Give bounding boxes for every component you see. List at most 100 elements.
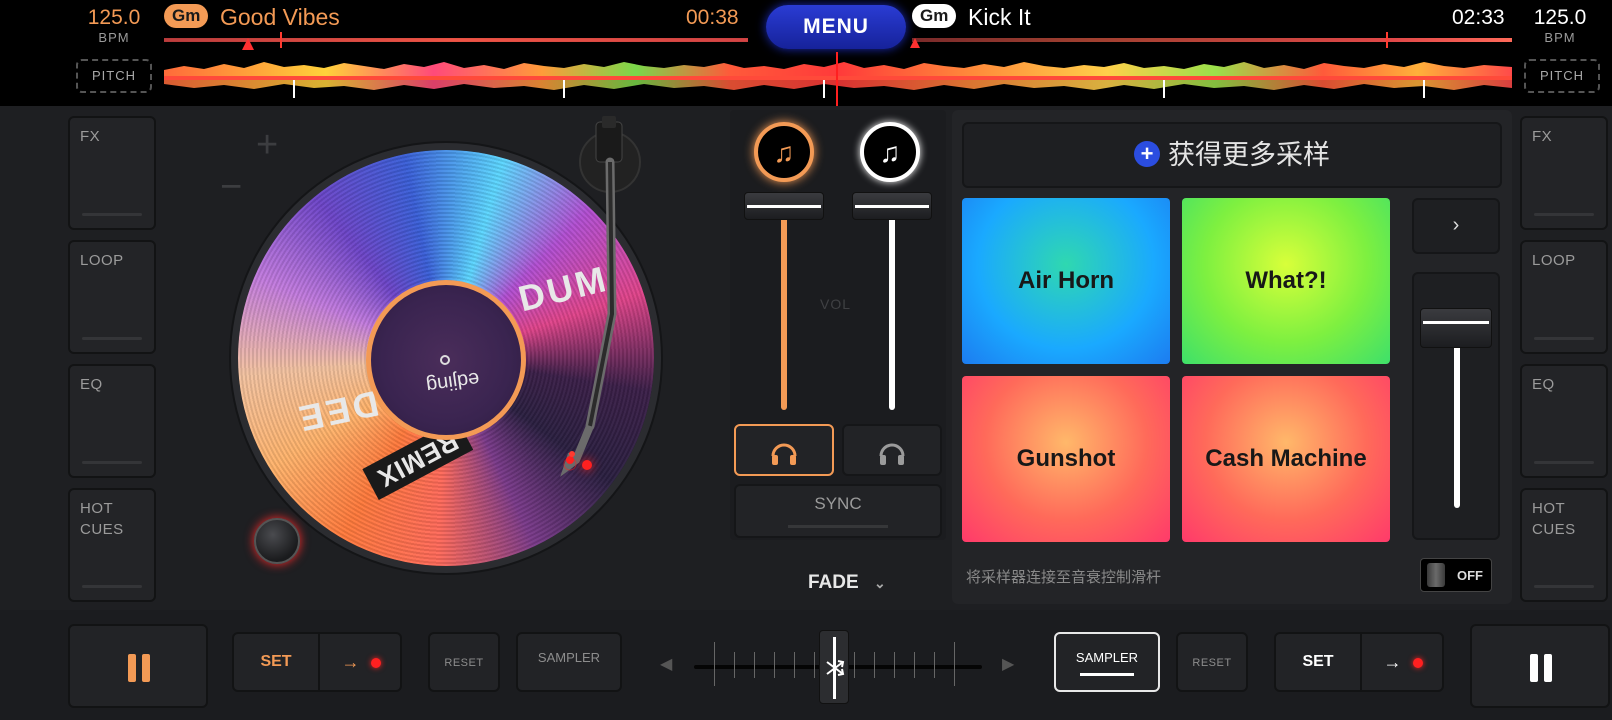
deck-a-time: 00:38 xyxy=(686,6,739,29)
sync-button[interactable]: SYNC xyxy=(734,484,942,538)
record-dot-icon xyxy=(1412,658,1423,668)
crossfader-right-arrow[interactable]: ▶ xyxy=(1002,654,1014,674)
sampler-volume-track xyxy=(1454,328,1460,508)
left-eq-indicator xyxy=(82,461,142,464)
deck-a-sampler-button[interactable]: SAMPLER xyxy=(516,632,622,692)
shuffle-icon xyxy=(826,660,845,676)
deck-a-reset-label: RESET xyxy=(444,657,484,669)
deck-b-play-pause-button[interactable] xyxy=(1470,624,1610,708)
tonearm[interactable] xyxy=(532,114,652,494)
left-loop-indicator xyxy=(82,337,142,340)
right-eq-label: EQ xyxy=(1532,376,1555,393)
crossfader-tick xyxy=(894,652,895,678)
deck-a-bpm-label: BPM xyxy=(98,30,130,45)
sampler-volume-fill xyxy=(1454,328,1460,508)
arrow-right-icon: → xyxy=(341,652,360,672)
deck-a-volume-fill xyxy=(781,206,787,410)
crossfader-tick xyxy=(814,652,815,678)
deck-b-reset-button[interactable]: RESET xyxy=(1176,632,1248,692)
fade-dropdown[interactable]: FADE ⌄ xyxy=(808,572,886,594)
toggle-state-label: OFF xyxy=(1457,568,1483,583)
deck-a-cue-jump-button[interactable]: → xyxy=(320,634,402,690)
left-hot-cues-label: HOT CUES xyxy=(80,500,124,538)
sampler-next-button[interactable]: › xyxy=(1412,198,1500,254)
chevron-right-icon: › xyxy=(1452,214,1460,236)
deck-b-bpm-value: 125.0 xyxy=(1533,6,1587,29)
deck-a-pitch-button[interactable]: PITCH xyxy=(76,59,152,93)
waveform-center-line xyxy=(836,52,838,106)
crossfader-handle[interactable] xyxy=(819,630,849,704)
right-hot-cues-button[interactable]: HOT CUES xyxy=(1520,488,1608,602)
left-eq-button[interactable]: EQ xyxy=(68,364,156,478)
deck-b-cue-marker xyxy=(910,38,920,48)
deck-b-music-icon[interactable]: ♫ xyxy=(860,122,920,182)
deck-b-bpm-label: BPM xyxy=(1544,30,1576,45)
deck-b-cue-jump-button[interactable]: → xyxy=(1362,634,1444,690)
left-loop-button[interactable]: LOOP xyxy=(68,240,156,354)
deck-b-cue-group: SET → xyxy=(1274,632,1444,692)
right-fx-button[interactable]: FX xyxy=(1520,116,1608,230)
left-fx-indicator xyxy=(82,213,142,216)
right-eq-indicator xyxy=(1534,461,1594,464)
fade-label: FADE xyxy=(808,572,859,593)
sampler-pad-label: Cash Machine xyxy=(1205,445,1367,472)
deck-b-track-overview[interactable] xyxy=(912,37,1512,43)
pitch-down-button[interactable]: − xyxy=(220,166,242,209)
sampler-crossfader-toggle[interactable]: OFF xyxy=(1420,558,1492,592)
right-hot-cues-indicator xyxy=(1534,585,1594,588)
crossfader-tick xyxy=(854,652,855,678)
deck-b-waveform[interactable] xyxy=(164,80,1512,100)
arrow-right-icon: → xyxy=(1383,652,1402,672)
deck-a-track-title: Good Vibes xyxy=(220,4,340,30)
right-eq-button[interactable]: EQ xyxy=(1520,364,1608,478)
deck-a-cue-marker xyxy=(242,38,254,50)
deck-a-headphone-button[interactable] xyxy=(734,424,834,476)
headphones-icon xyxy=(771,443,797,465)
menu-button[interactable]: MENU xyxy=(766,5,906,49)
get-more-samples-button[interactable]: + 获得更多采样 xyxy=(962,122,1502,188)
crossfader-left-arrow[interactable]: ◀ xyxy=(660,654,672,674)
plus-icon: + xyxy=(1134,141,1160,167)
right-loop-button[interactable]: LOOP xyxy=(1520,240,1608,354)
right-hot-cues-label: HOT CUES xyxy=(1532,500,1576,538)
crossfader-tick xyxy=(794,652,795,678)
deck-b-sampler-button[interactable]: SAMPLER xyxy=(1054,632,1160,692)
turntable-start-knob[interactable] xyxy=(254,518,300,564)
deck-a-waveform[interactable] xyxy=(164,56,1512,80)
deck-b-time: 02:33 xyxy=(1452,6,1505,29)
headphones-icon xyxy=(879,443,905,465)
left-hot-cues-button[interactable]: HOT CUES xyxy=(68,488,156,602)
crossfader-tick xyxy=(934,652,935,678)
tonearm-light xyxy=(582,460,592,470)
deck-a-play-pause-button[interactable] xyxy=(68,624,208,708)
deck-a-music-note-icon: ♫ xyxy=(773,137,795,168)
deck-b-playhead xyxy=(1386,32,1388,48)
deck-a-volume-fader[interactable] xyxy=(744,192,824,220)
deck-a-music-icon[interactable]: ♫ xyxy=(754,122,814,182)
pitch-up-button[interactable]: + xyxy=(256,124,278,167)
deck-a-reset-button[interactable]: RESET xyxy=(428,632,500,692)
left-eq-label: EQ xyxy=(80,376,103,393)
deck-b-set-button[interactable]: SET xyxy=(1276,634,1360,690)
deck-b-sampler-label: SAMPLER xyxy=(1075,650,1139,665)
sampler-pad-label: Gunshot xyxy=(1016,445,1116,472)
crossfader-tick xyxy=(714,642,715,686)
deck-b-headphone-button[interactable] xyxy=(842,424,942,476)
left-fx-button[interactable]: FX xyxy=(68,116,156,230)
sampler-volume-fader[interactable] xyxy=(1420,308,1492,348)
deck-a-bpm-value: 125.0 xyxy=(87,6,141,29)
left-fx-label: FX xyxy=(80,128,101,145)
deck-b-volume-fader[interactable] xyxy=(852,192,932,220)
sampler-pad-what[interactable]: What?! xyxy=(1182,198,1390,364)
deck-b-pitch-button[interactable]: PITCH xyxy=(1524,59,1600,93)
sampler-pad-air-horn[interactable]: Air Horn xyxy=(962,198,1170,364)
sync-indicator xyxy=(788,525,888,528)
sampler-pad-gunshot[interactable]: Gunshot xyxy=(962,376,1170,542)
deck-b-sampler-active-indicator xyxy=(1080,673,1134,676)
sampler-pad-cash-machine[interactable]: Cash Machine xyxy=(1182,376,1390,542)
toggle-thumb xyxy=(1427,563,1445,587)
crossfader-tick xyxy=(754,652,755,678)
right-loop-indicator xyxy=(1534,337,1594,340)
deck-a-set-button[interactable]: SET xyxy=(234,634,318,690)
deck-a-sampler-label: SAMPLER xyxy=(537,650,601,665)
